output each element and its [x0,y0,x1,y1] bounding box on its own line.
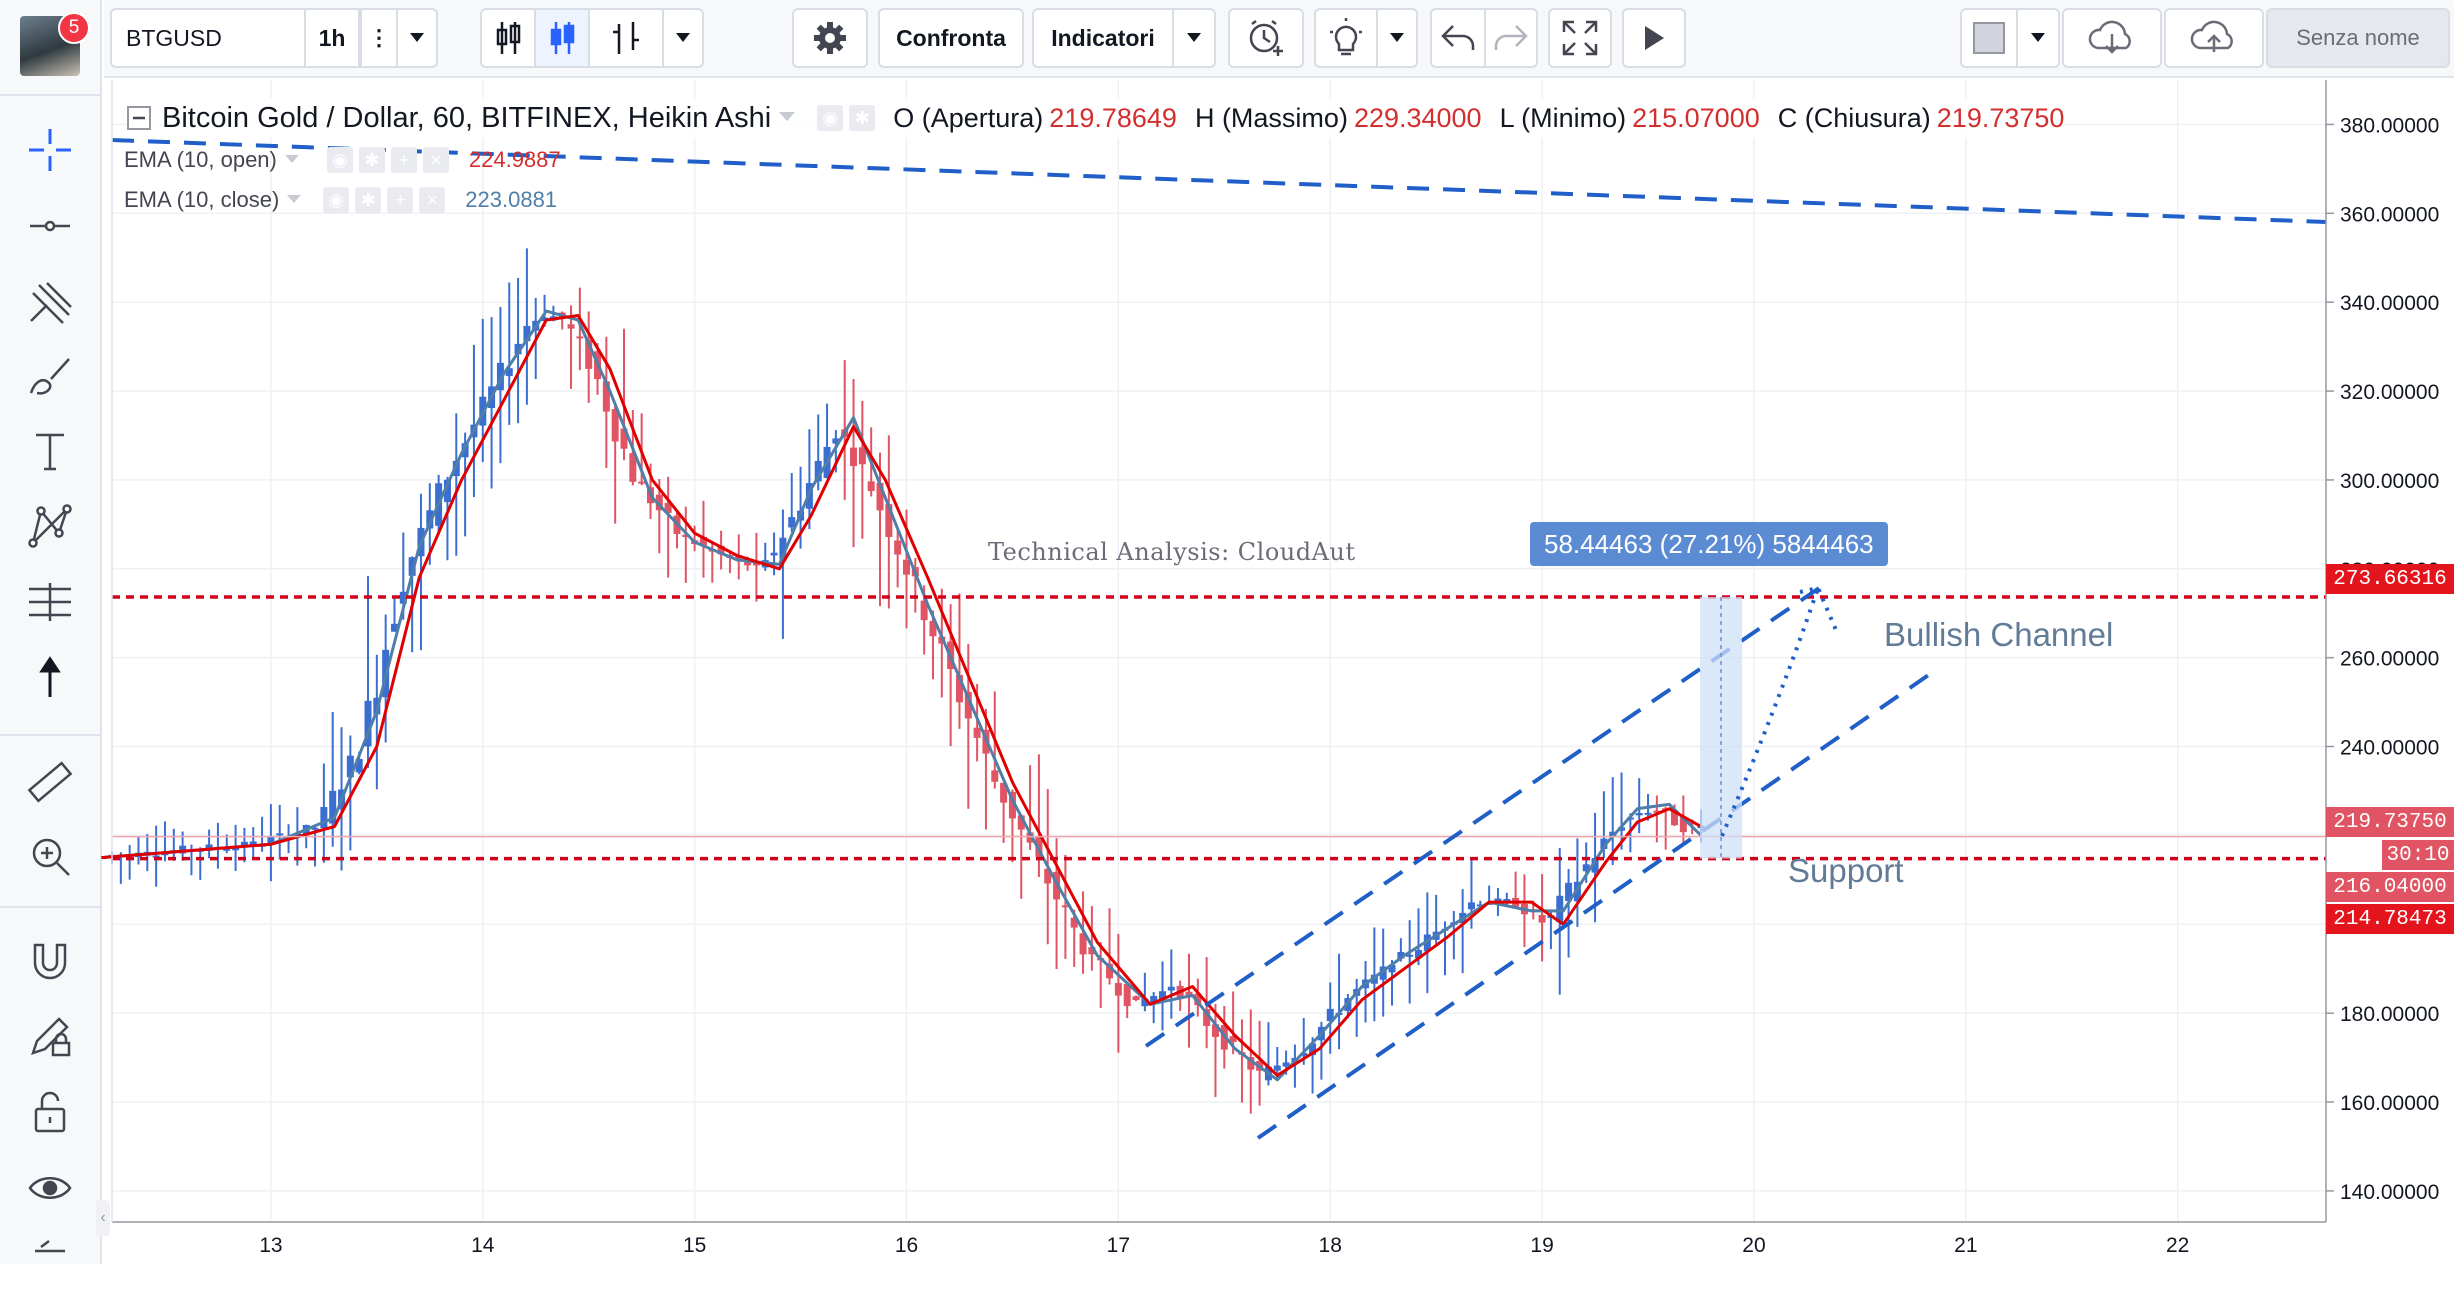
last-close-price-badge: 219.73750 [2326,807,2454,837]
ema-open-legend[interactable]: EMA (10, open) ◉ ✱ + × 224.9887 [124,142,561,178]
ema-close-eye-icon[interactable]: ◉ [323,187,350,213]
price-axis-label: 240.00000 [2340,737,2439,760]
candle-body [1635,813,1643,816]
support-label[interactable]: Support [1788,852,1904,890]
candle-body [1132,996,1140,1001]
candle-body [567,324,575,329]
ema-close-legend[interactable]: EMA (10, close) ◉ ✱ + × 223.0881 [124,182,557,218]
candle-body [894,540,902,555]
ema-close-add-icon[interactable]: + [387,187,414,213]
candle-body [320,807,328,829]
ema-close-label: EMA (10, close) [124,187,280,212]
candle-body [770,552,778,556]
candle-body [1556,895,1564,923]
ema-open-remove-icon[interactable]: × [422,147,449,173]
candle-body [867,481,875,491]
symbol-title: Bitcoin Gold / Dollar, 60, BITFINEX, Hei… [162,101,772,134]
price-axis-label: 360.00000 [2340,203,2439,226]
time-axis-label: 13 [259,1234,282,1257]
ema-open-label: EMA (10, open) [124,147,277,172]
candle-body [991,770,999,782]
price-axis-label: 140.00000 [2340,1181,2439,1204]
time-axis-label: 19 [1530,1234,1553,1257]
price-216-badge: 216.04000 [2326,872,2454,902]
price-axis-label: 340.00000 [2340,292,2439,315]
candle-body [1273,1065,1281,1071]
time-axis-label: 21 [1954,1234,1977,1257]
time-axis-label: 17 [1107,1234,1130,1257]
candle-body [1467,902,1475,910]
close-label: C (Chiusura) [1777,102,1931,133]
time-axis-label: 15 [683,1234,706,1257]
time-axis-label: 18 [1319,1234,1342,1257]
price-axis-label: 300.00000 [2340,470,2439,493]
candle-body [276,833,284,836]
high-value: 229.34000 [1353,102,1482,133]
time-axis-label: 16 [895,1234,918,1257]
open-label: O (Apertura) [893,102,1044,133]
support-price-badge: 214.78473 [2326,904,2454,934]
price-axis-label: 260.00000 [2340,648,2439,671]
legend-dropdown-icon[interactable] [779,112,796,124]
price-axis-label: 380.00000 [2340,114,2439,137]
chart-legend: Bitcoin Gold / Dollar, 60, BITFINEX, Hei… [126,98,2065,138]
ema-open-settings-icon[interactable]: ✱ [358,147,385,173]
time-axis-label: 20 [1742,1234,1765,1257]
ema-close-value: 223.0881 [465,187,558,212]
price-range-measure-label[interactable]: 58.44463 (27.21%) 5844463 [1530,522,1888,566]
watermark-text: Technical Analysis: CloudAut [988,538,1356,566]
candle-body [1114,983,1122,996]
low-label: L (Minimo) [1499,102,1627,133]
ema-close-dropdown-icon[interactable] [287,195,302,205]
ema-open-add-icon[interactable]: + [390,147,417,173]
candle-body [1538,915,1546,923]
collapse-legend-icon[interactable] [126,105,152,131]
high-label: H (Massimo) [1194,102,1348,133]
price-axis-label: 180.00000 [2340,1003,2439,1026]
resistance-price-badge: 273.66316 [2326,564,2454,594]
series-settings-icon[interactable]: ✱ [849,105,876,131]
ema-open-eye-icon[interactable]: ◉ [326,147,353,173]
ema-open-dropdown-icon[interactable] [284,155,299,165]
bullish-channel-label[interactable]: Bullish Channel [1884,616,2113,654]
candle-body [902,559,910,575]
candle-body [1167,986,1175,991]
hide-series-eye-icon[interactable]: ◉ [817,105,844,131]
price-axis-label: 320.00000 [2340,381,2439,404]
time-axis-label: 14 [471,1234,495,1257]
time-axis-label: 22 [2166,1234,2189,1257]
candle-body [638,481,646,484]
candle-body [1644,812,1652,815]
price-axis-label: 160.00000 [2340,1092,2439,1115]
bar-countdown-badge: 30:10 [2382,840,2454,870]
ema-close-settings-icon[interactable]: ✱ [355,187,382,213]
low-value: 215.07000 [1632,102,1760,133]
close-value: 219.73750 [1936,102,2065,133]
ema-open-value: 224.9887 [468,147,561,172]
candle-body [576,336,584,339]
candle-body [973,727,981,738]
ema-close-remove-icon[interactable]: × [419,187,446,213]
candle-body [850,447,858,467]
open-value: 219.78649 [1049,102,1177,133]
